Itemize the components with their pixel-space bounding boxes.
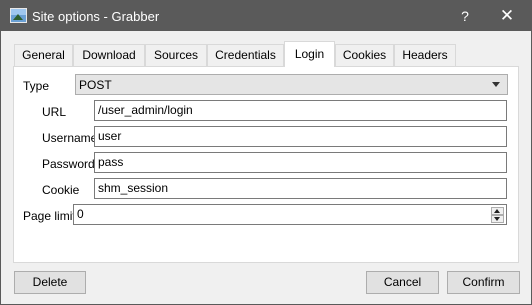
tab-general[interactable]: General	[14, 44, 73, 66]
help-icon[interactable]: ?	[446, 1, 484, 31]
page-limit-spinbox[interactable]: 0	[73, 204, 507, 225]
delete-button[interactable]: Delete	[14, 271, 86, 294]
cancel-button[interactable]: Cancel	[366, 271, 439, 294]
password-field[interactable]: pass	[94, 152, 507, 173]
tab-sources[interactable]: Sources	[145, 44, 207, 66]
cookie-field[interactable]: shm_session	[94, 178, 507, 199]
username-label: Username	[42, 131, 98, 145]
type-select-value: POST	[79, 78, 112, 92]
tab-credentials[interactable]: Credentials	[207, 44, 284, 66]
url-field[interactable]: /user_admin/login	[94, 100, 507, 121]
tab-cookies[interactable]: Cookies	[335, 44, 394, 66]
spin-up-icon[interactable]	[491, 207, 504, 215]
chevron-down-icon	[492, 82, 500, 87]
confirm-button[interactable]: Confirm	[447, 271, 520, 294]
username-field[interactable]: user	[94, 126, 507, 147]
type-select[interactable]: POST	[75, 74, 508, 95]
spin-down-icon[interactable]	[491, 215, 504, 223]
image-icon	[10, 8, 27, 23]
close-icon[interactable]: ✕	[484, 1, 530, 31]
tab-login[interactable]: Login	[284, 41, 335, 67]
page-limit-label: Page limit	[23, 209, 76, 223]
window-title: Site options - Grabber	[32, 9, 160, 24]
password-label: Password	[42, 157, 95, 171]
cookie-label: Cookie	[42, 183, 80, 197]
type-label: Type	[23, 79, 50, 93]
site-options-window: Site options - Grabber ? ✕ General Downl…	[0, 0, 532, 305]
title-bar[interactable]: Site options - Grabber ? ✕	[1, 1, 531, 31]
tab-headers[interactable]: Headers	[394, 44, 456, 66]
url-label: URL	[42, 105, 67, 119]
tab-download[interactable]: Download	[73, 44, 145, 66]
